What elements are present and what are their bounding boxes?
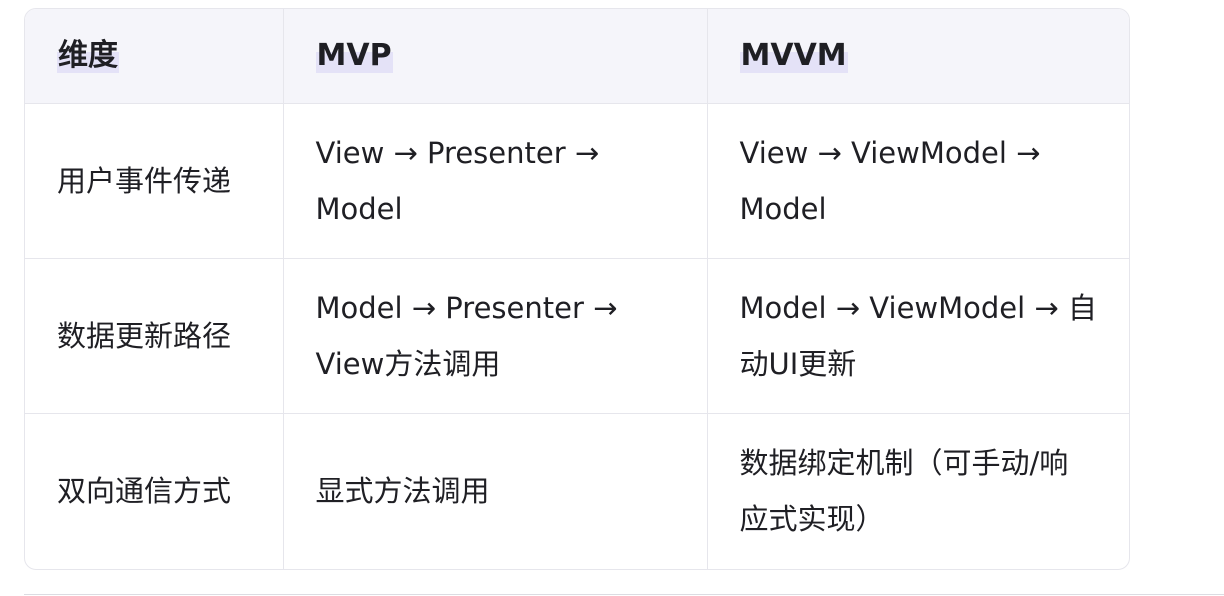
row-communication-dimension: 双向通信方式	[25, 413, 284, 569]
comparison-table-container: 维度 MVP MVVM 用户事件传递 View → Presenter → Mo…	[24, 8, 1130, 570]
table-row: 用户事件传递 View → Presenter → Model View → V…	[25, 103, 1129, 259]
header-dimension-label: 维度	[57, 37, 119, 73]
row-data-update-dimension: 数据更新路径	[25, 258, 284, 414]
row-communication-mvvm: 数据绑定机制（可手动/响应式实现）	[739, 446, 1069, 537]
header-dimension: 维度	[25, 9, 284, 104]
row-data-update-mvvm: Model → ViewModel → 自动UI更新	[707, 258, 1129, 414]
header-mvp: MVP	[283, 9, 708, 104]
row-user-event-mvp: View → Presenter → Model	[283, 103, 708, 259]
header-mvvm-label: MVVM	[739, 37, 848, 73]
section-divider	[24, 594, 1224, 595]
row-user-event-mvvm: View → ViewModel → Model	[707, 103, 1129, 259]
table-header-row: 维度 MVP MVVM	[25, 9, 1129, 104]
row-communication-mvp: 显式方法调用	[283, 413, 708, 569]
comparison-table: 维度 MVP MVVM 用户事件传递 View → Presenter → Mo…	[25, 9, 1129, 569]
row-user-event-dimension: 用户事件传递	[25, 103, 284, 259]
table-row: 数据更新路径 Model → Presenter → View方法调用 Mode…	[25, 258, 1129, 414]
header-mvvm: MVVM	[707, 9, 1129, 104]
header-mvp-label: MVP	[315, 37, 393, 73]
table-row: 双向通信方式 显式方法调用 数据绑定机制（可手动/响应式实现）	[25, 413, 1129, 569]
row-data-update-mvp: Model → Presenter → View方法调用	[283, 258, 708, 414]
